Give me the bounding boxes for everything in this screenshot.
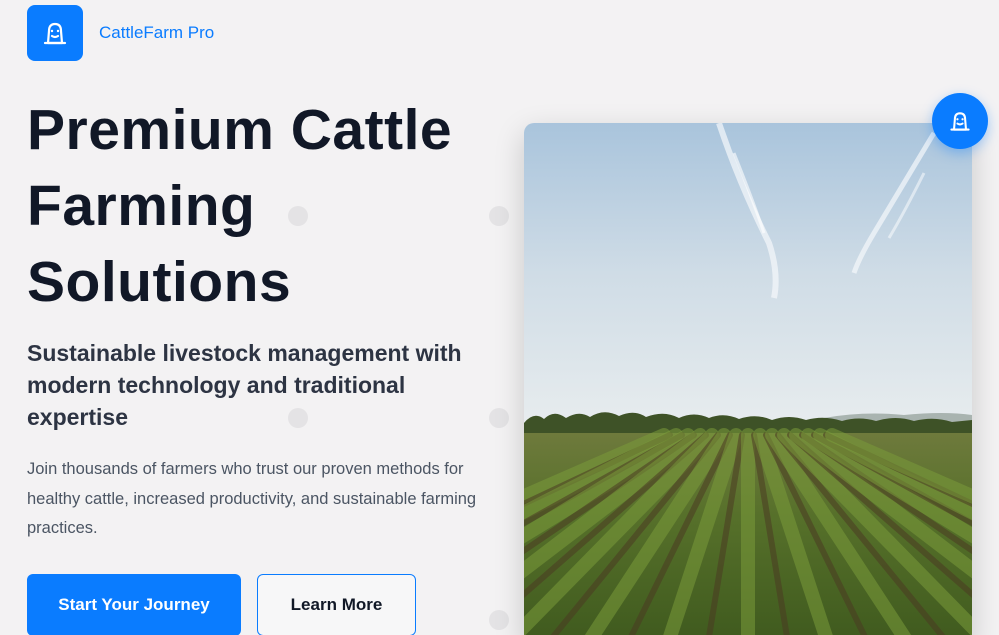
hero-description: Join thousands of farmers who trust our … — [27, 460, 477, 537]
farm-field-image — [524, 123, 972, 635]
learn-more-button[interactable]: Learn More — [257, 574, 416, 635]
cow-icon — [43, 22, 67, 45]
floating-cow-badge[interactable] — [932, 93, 988, 149]
hero-subtitle: Sustainable livestock management with mo… — [27, 340, 462, 430]
start-journey-button[interactable]: Start Your Journey — [27, 574, 241, 635]
hero-title: Premium Cattle Farming Solutions — [27, 98, 453, 314]
brand-header[interactable]: CattleFarm Pro — [27, 5, 214, 61]
decor-dot — [489, 408, 509, 428]
logo[interactable] — [27, 5, 83, 61]
cow-icon — [950, 112, 970, 131]
decor-dot — [489, 610, 509, 630]
brand-name[interactable]: CattleFarm Pro — [99, 23, 214, 43]
